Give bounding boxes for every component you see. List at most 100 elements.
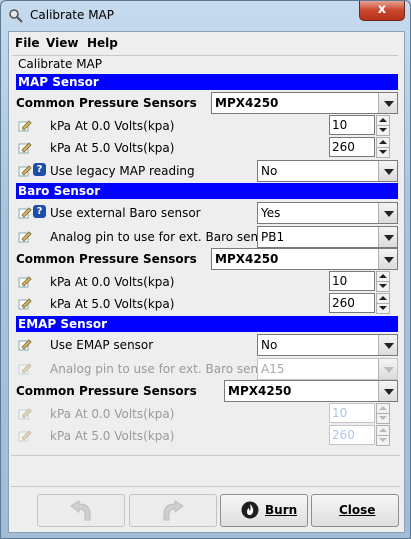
- emap-common-select[interactable]: MPX4250: [224, 380, 398, 402]
- map-kpa5-spinner[interactable]: 260: [329, 137, 390, 158]
- baro-kpa5-spinner[interactable]: 260: [329, 293, 390, 314]
- baro-common-value: MPX4250: [215, 252, 279, 266]
- flame-icon: [241, 501, 259, 519]
- chevron-down-icon[interactable]: [378, 203, 397, 223]
- emap-kpa0-label: kPa At 0.0 Volts(kpa): [50, 407, 175, 421]
- baro-external-select[interactable]: Yes: [257, 202, 398, 224]
- emap-kpa0-spinner: 10: [329, 403, 390, 424]
- client-area: File View Help Calibrate MAP MAP Sensor …: [8, 31, 405, 533]
- burn-button[interactable]: Burn: [220, 494, 308, 527]
- undo-button: [37, 494, 125, 527]
- map-legacy-label: Use legacy MAP reading: [50, 164, 195, 178]
- baro-external-row: ? Use external Baro sensor Yes: [16, 202, 398, 224]
- emap-use-row: Use EMAP sensor No: [16, 334, 398, 356]
- map-legacy-row: ? Use legacy MAP reading No: [16, 160, 398, 182]
- baro-sensor-header: Baro Sensor: [16, 183, 398, 199]
- chevron-down-icon[interactable]: [378, 381, 397, 401]
- chevron-down-icon[interactable]: [378, 249, 397, 269]
- divider: [11, 486, 400, 487]
- baro-pin-value: PB1: [261, 230, 285, 244]
- baro-kpa5-row: kPa At 5.0 Volts(kpa) 260: [16, 293, 398, 315]
- menu-file[interactable]: File: [15, 36, 40, 50]
- pencil-edit-icon[interactable]: [18, 205, 32, 219]
- emap-pin-select: A15: [257, 358, 398, 380]
- baro-external-value: Yes: [261, 206, 281, 220]
- map-common-label: Common Pressure Sensors: [16, 96, 197, 110]
- window-close-button[interactable]: x: [359, 1, 405, 21]
- chevron-down-icon[interactable]: [378, 335, 397, 355]
- panel-title: Calibrate MAP: [12, 55, 398, 71]
- emap-use-label: Use EMAP sensor: [50, 338, 154, 352]
- spinner-down-icon: [376, 413, 390, 424]
- spinner-down-icon: [376, 435, 390, 446]
- menu-bar: File View Help: [9, 32, 404, 54]
- emap-pin-label: Analog pin to use for ext. Baro sensor: [50, 362, 277, 376]
- title-bar[interactable]: Calibrate MAP x: [1, 1, 410, 31]
- baro-common-select[interactable]: MPX4250: [211, 248, 398, 270]
- chevron-down-icon[interactable]: [378, 161, 397, 181]
- spinner-down-icon[interactable]: [376, 281, 390, 292]
- map-legacy-value: No: [261, 164, 278, 178]
- baro-kpa0-spinner[interactable]: 10: [329, 271, 390, 292]
- emap-sensor-header: EMAP Sensor: [16, 316, 398, 332]
- baro-pin-select[interactable]: PB1: [257, 226, 398, 248]
- button-bar: Burn Close: [37, 494, 402, 528]
- map-kpa5-label: kPa At 5.0 Volts(kpa): [50, 141, 175, 155]
- map-common-select[interactable]: MPX4250: [211, 92, 398, 114]
- pencil-edit-icon[interactable]: [18, 337, 32, 351]
- menu-help[interactable]: Help: [87, 36, 118, 50]
- baro-common-row: Common Pressure Sensors MPX4250: [16, 248, 398, 270]
- map-common-value: MPX4250: [215, 96, 279, 110]
- map-kpa0-value[interactable]: 10: [332, 118, 347, 132]
- emap-common-row: Common Pressure Sensors MPX4250: [16, 380, 398, 402]
- map-kpa0-spinner[interactable]: 10: [329, 115, 390, 136]
- pencil-edit-icon[interactable]: [18, 118, 32, 132]
- baro-kpa0-value[interactable]: 10: [332, 274, 347, 288]
- pencil-edit-icon[interactable]: [18, 140, 32, 154]
- panel-title-label: Calibrate MAP: [18, 57, 103, 71]
- close-button[interactable]: Close: [311, 494, 399, 527]
- emap-common-value: MPX4250: [228, 384, 292, 398]
- pencil-edit-icon[interactable]: [18, 296, 32, 310]
- divider: [11, 455, 400, 456]
- emap-kpa5-value: 260: [332, 428, 355, 442]
- help-icon[interactable]: ?: [33, 205, 46, 218]
- menu-view[interactable]: View: [46, 36, 78, 50]
- pencil-edit-icon[interactable]: [18, 229, 32, 243]
- map-legacy-select[interactable]: No: [257, 160, 398, 182]
- map-common-row: Common Pressure Sensors MPX4250: [16, 92, 398, 114]
- spinner-down-icon[interactable]: [376, 303, 390, 314]
- chevron-down-icon[interactable]: [378, 227, 397, 247]
- burn-label: Burn: [265, 503, 298, 517]
- redo-icon: [163, 500, 184, 521]
- spinner-down-icon[interactable]: [376, 125, 390, 136]
- pencil-edit-icon[interactable]: [18, 274, 32, 288]
- map-kpa5-value[interactable]: 260: [332, 140, 355, 154]
- emap-use-value: No: [261, 338, 278, 352]
- undo-icon: [70, 500, 91, 521]
- emap-kpa5-row: kPa At 5.0 Volts(kpa) 260: [16, 425, 398, 447]
- baro-kpa5-value[interactable]: 260: [332, 296, 355, 310]
- help-icon[interactable]: ?: [33, 163, 46, 176]
- emap-pin-value: A15: [261, 362, 285, 376]
- close-label: Close: [339, 503, 376, 517]
- calibrate-map-window: Calibrate MAP x File View Help Calibrate…: [0, 0, 411, 539]
- baro-external-label: Use external Baro sensor: [50, 206, 201, 220]
- redo-button: [129, 494, 217, 527]
- spinner-down-icon[interactable]: [376, 147, 390, 158]
- window-title: Calibrate MAP: [30, 8, 115, 22]
- chevron-down-icon: [378, 359, 397, 379]
- map-sensor-header: MAP Sensor: [16, 74, 398, 90]
- emap-use-select[interactable]: No: [257, 334, 398, 356]
- pencil-edit-icon[interactable]: [18, 163, 32, 177]
- map-kpa0-label: kPa At 0.0 Volts(kpa): [50, 119, 175, 133]
- emap-kpa0-row: kPa At 0.0 Volts(kpa) 10: [16, 403, 398, 425]
- chevron-down-icon[interactable]: [378, 93, 397, 113]
- emap-kpa5-label: kPa At 5.0 Volts(kpa): [50, 429, 175, 443]
- pencil-edit-icon: [18, 430, 32, 442]
- emap-pin-row: Analog pin to use for ext. Baro sensor A…: [16, 358, 398, 380]
- baro-common-label: Common Pressure Sensors: [16, 252, 197, 266]
- emap-kpa0-value: 10: [332, 406, 348, 420]
- baro-kpa0-label: kPa At 0.0 Volts(kpa): [50, 275, 175, 289]
- pencil-edit-icon: [18, 363, 32, 375]
